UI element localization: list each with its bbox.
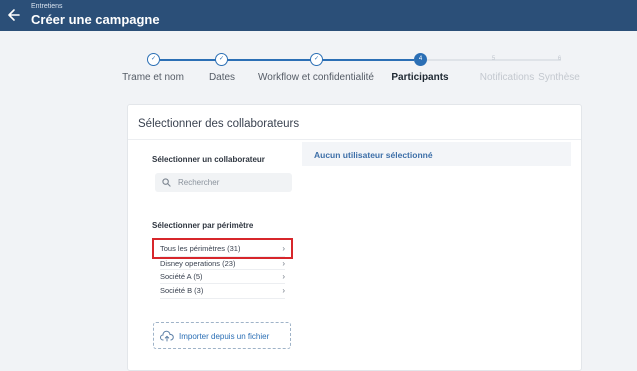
stepper-line-completed <box>160 58 414 61</box>
perimeter-item-societe-b[interactable]: Société B (3) › <box>160 284 285 297</box>
card-divider <box>128 139 581 140</box>
perimeter-item-label: Disney operations (23) <box>160 259 236 268</box>
arrow-left-icon[interactable] <box>7 6 21 24</box>
selected-users-panel: Aucun utilisateur sélectionné <box>302 142 571 166</box>
step-6-label: Synthèse <box>538 72 580 83</box>
chevron-right-icon: › <box>282 244 285 253</box>
chevron-right-icon: › <box>282 272 285 281</box>
top-bar: Entretiens Créer une campagne <box>0 0 637 31</box>
step-1-check-icon[interactable]: ✓ <box>147 53 160 66</box>
perimeter-list: Tous les périmètres (31) › Disney operat… <box>141 238 301 308</box>
step-3-check-icon[interactable]: ✓ <box>310 53 323 66</box>
select-perimeter-title: Sélectionner par périmètre <box>152 221 254 230</box>
select-one-title: Sélectionner un collaborateur <box>152 155 265 164</box>
breadcrumb[interactable]: Entretiens <box>31 3 63 10</box>
no-user-selected-label: Aucun utilisateur sélectionné <box>314 150 433 160</box>
perimeter-item-societe-a[interactable]: Société A (5) › <box>160 270 285 283</box>
step-1-label[interactable]: Trame et nom <box>122 72 184 83</box>
import-file-label: Importer depuis un fichier <box>179 332 270 341</box>
perimeter-item-label: Société A (5) <box>160 272 203 281</box>
card-title: Sélectionner des collaborateurs <box>138 118 300 130</box>
step-4-marker[interactable]: 4 <box>414 53 427 66</box>
search-placeholder: Rechercher <box>178 178 220 187</box>
step-5-label: Notifications <box>479 72 535 83</box>
chevron-right-icon: › <box>282 286 285 295</box>
perimeter-item-label: Société B (3) <box>160 286 204 295</box>
step-2-check-icon[interactable]: ✓ <box>215 53 228 66</box>
perimeter-item-all[interactable]: Tous les périmètres (31) › <box>160 242 285 255</box>
import-file-button[interactable]: Importer depuis un fichier <box>153 322 291 349</box>
step-5-marker: 5 <box>491 56 496 62</box>
search-icon <box>162 178 171 187</box>
chevron-right-icon: › <box>282 259 285 268</box>
perimeter-item-label: Tous les périmètres (31) <box>160 244 241 253</box>
step-6-marker: 6 <box>557 56 562 62</box>
step-4-label[interactable]: Participants <box>391 72 448 83</box>
step-3-label[interactable]: Workflow et confidentialité <box>258 72 374 83</box>
cloud-upload-icon <box>160 330 174 342</box>
select-collaborators-card: Sélectionner des collaborateurs Sélectio… <box>127 104 582 371</box>
progress-stepper: ✓ ✓ ✓ 4 5 6 Trame et nom Dates Workflow … <box>0 48 637 86</box>
step-2-label[interactable]: Dates <box>209 72 235 83</box>
search-input[interactable]: Rechercher <box>155 173 292 192</box>
page-title: Créer une campagne <box>31 12 160 27</box>
list-divider <box>160 298 285 299</box>
